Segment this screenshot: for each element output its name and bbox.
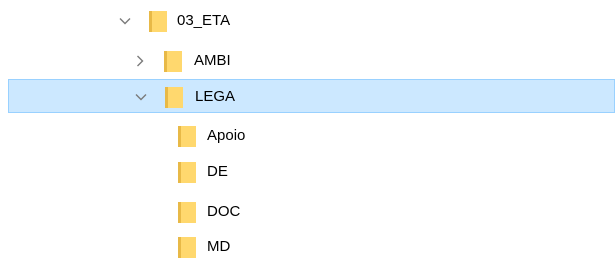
tree-item-label: 03_ETA — [177, 12, 231, 29]
folder-icon — [149, 11, 167, 32]
tree-item-label: DE — [207, 163, 228, 180]
tree-item-lega[interactable]: LEGA — [8, 79, 615, 113]
folder-icon — [178, 237, 196, 258]
folder-icon — [178, 126, 196, 147]
folder-icon — [178, 162, 196, 183]
tree-item-doc[interactable]: DOC — [0, 195, 615, 229]
tree-item-label: MD — [207, 238, 231, 255]
tree-item-label: LEGA — [195, 88, 236, 105]
tree-item-label: Apoio — [207, 127, 246, 144]
tree-item-label: AMBI — [194, 52, 231, 69]
folder-icon — [165, 87, 183, 108]
chevron-right-icon[interactable] — [133, 54, 147, 68]
chevron-down-icon[interactable] — [134, 90, 148, 104]
tree-item-apoio[interactable]: Apoio — [0, 119, 615, 153]
tree-item-03-eta[interactable]: 03_ETA — [0, 4, 615, 38]
folder-icon — [178, 202, 196, 223]
tree-item-label: DOC — [207, 203, 241, 220]
chevron-down-icon[interactable] — [118, 14, 132, 28]
folder-tree: 03_ETA AMBI LEGA Apoio DE DOC MD — [0, 0, 615, 259]
tree-item-de[interactable]: DE — [0, 155, 615, 189]
folder-icon — [164, 51, 182, 72]
tree-item-md[interactable]: MD — [0, 230, 615, 259]
tree-item-ambi[interactable]: AMBI — [0, 44, 615, 78]
